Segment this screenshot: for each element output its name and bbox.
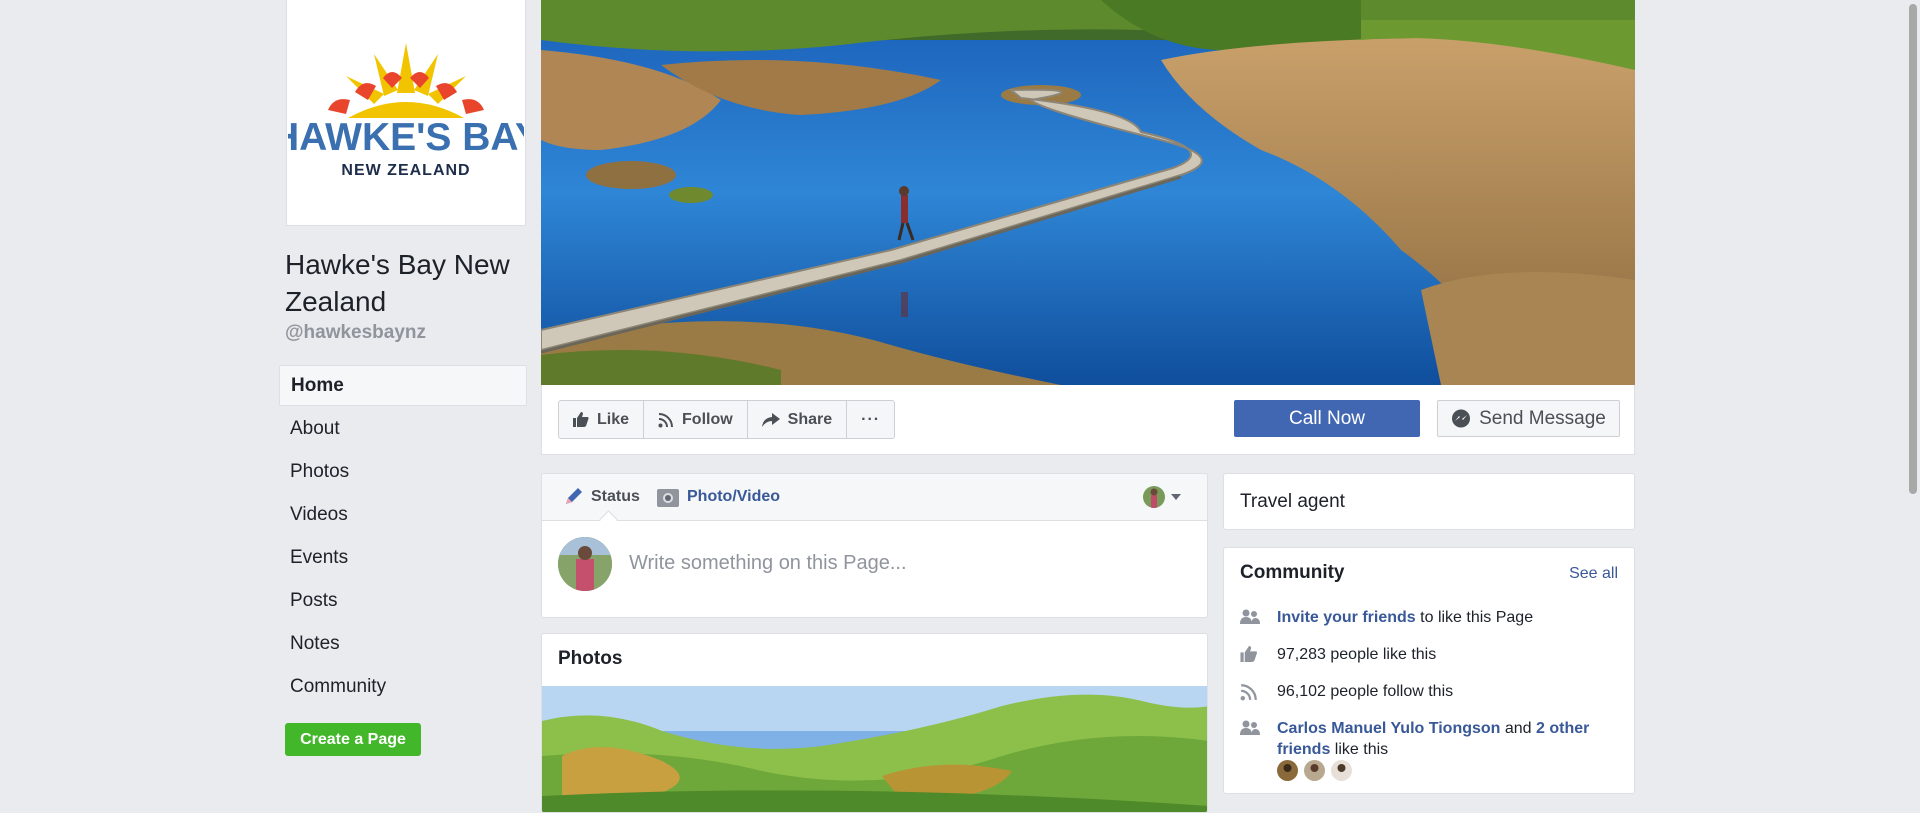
pencil-icon xyxy=(566,488,582,504)
nav-item-photos[interactable]: Photos xyxy=(279,451,527,492)
friends-rest-text: like this xyxy=(1330,741,1389,758)
svg-text:NEW ZEALAND: NEW ZEALAND xyxy=(341,162,470,179)
tab-photo-video-label: Photo/Video xyxy=(687,488,781,505)
community-card: Community See all Invite your friends to… xyxy=(1223,547,1635,794)
page-handle[interactable]: @hawkesbaynz xyxy=(285,322,426,344)
friends-like-text: Carlos Manuel Yulo Tiongson and 2 other … xyxy=(1277,718,1620,760)
page-category[interactable]: Travel agent xyxy=(1223,473,1635,530)
likes-count-text: 97,283 people like this xyxy=(1277,646,1437,663)
nav-item-about[interactable]: About xyxy=(279,408,527,449)
nav-item-home[interactable]: Home xyxy=(279,365,527,406)
composer-input[interactable] xyxy=(627,551,1171,576)
profile-picture[interactable]: HAWKE'S BAY NEW ZEALAND xyxy=(286,0,526,226)
poster-avatar xyxy=(1143,486,1165,508)
invite-friends-text: Invite your friends to like this Page xyxy=(1277,607,1533,628)
tab-status[interactable]: Status xyxy=(563,474,640,520)
friend-avatar[interactable] xyxy=(1304,760,1325,781)
scrollbar-thumb[interactable] xyxy=(1909,4,1917,494)
more-icon: ··· xyxy=(861,410,881,428)
call-now-button[interactable]: Call Now xyxy=(1234,400,1420,437)
post-composer: Status Photo/Video xyxy=(541,473,1208,618)
follow-label: Follow xyxy=(682,410,733,428)
thumbs-up-icon xyxy=(573,412,589,427)
nav-item-notes[interactable]: Notes xyxy=(279,623,527,664)
vertical-scrollbar[interactable] xyxy=(1905,0,1920,800)
cover-image xyxy=(541,0,1635,385)
page-action-bar: Like Follow Share ··· Call Now Send Mess… xyxy=(541,385,1635,455)
friends-like-row: Carlos Manuel Yulo Tiongson and 2 other … xyxy=(1240,718,1620,760)
composer-body xyxy=(542,521,1207,619)
camera-icon xyxy=(657,489,679,507)
see-all-link[interactable]: See all xyxy=(1569,565,1618,583)
tab-status-label: Status xyxy=(591,488,640,505)
friend-and-text: and xyxy=(1500,720,1537,737)
follows-row: 96,102 people follow this xyxy=(1240,681,1620,707)
composer-tabs: Status Photo/Video xyxy=(542,474,1207,529)
rss-icon xyxy=(1240,681,1277,707)
nav-item-community[interactable]: Community xyxy=(279,666,527,707)
friend-avatar[interactable] xyxy=(1277,760,1298,781)
like-button[interactable]: Like xyxy=(559,401,645,438)
friend-name-link[interactable]: Carlos Manuel Yulo Tiongson xyxy=(1277,720,1500,737)
share-button[interactable]: Share xyxy=(748,401,848,438)
rss-icon xyxy=(658,412,674,427)
nav-item-videos[interactable]: Videos xyxy=(279,494,527,535)
invite-friends-row: Invite your friends to like this Page xyxy=(1240,607,1620,631)
action-button-group: Like Follow Share ··· xyxy=(558,400,896,439)
send-message-button[interactable]: Send Message xyxy=(1437,400,1620,437)
people-icon xyxy=(1240,718,1277,742)
photo-thumbnail[interactable] xyxy=(542,686,1208,813)
friend-avatars xyxy=(1277,760,1352,781)
svg-text:HAWKE'S BAY: HAWKE'S BAY xyxy=(288,116,524,159)
messenger-icon xyxy=(1452,409,1471,427)
cover-photo[interactable] xyxy=(541,0,1635,385)
share-arrow-icon xyxy=(761,412,780,427)
invite-rest-text: to like this Page xyxy=(1415,609,1534,626)
likes-row: 97,283 people like this xyxy=(1240,644,1620,668)
follows-count-text: 96,102 people follow this xyxy=(1277,683,1454,700)
invite-friends-link[interactable]: Invite your friends xyxy=(1277,609,1416,626)
like-label: Like xyxy=(597,410,630,428)
nav-item-events[interactable]: Events xyxy=(279,537,527,578)
photos-card: Photos xyxy=(541,633,1208,813)
left-nav: Home About Photos Videos Events Posts No… xyxy=(279,365,527,709)
nav-item-posts[interactable]: Posts xyxy=(279,580,527,621)
more-button[interactable]: ··· xyxy=(847,401,894,438)
photos-title[interactable]: Photos xyxy=(558,648,622,670)
community-title[interactable]: Community xyxy=(1240,562,1345,584)
create-page-button[interactable]: Create a Page xyxy=(285,723,421,756)
tab-photo-video[interactable]: Photo/Video xyxy=(657,474,780,520)
user-avatar xyxy=(558,537,612,591)
share-label: Share xyxy=(787,410,833,428)
chevron-down-icon xyxy=(1171,494,1181,500)
page-title: Hawke's Bay New Zealand xyxy=(285,249,510,317)
people-icon xyxy=(1240,607,1277,631)
send-message-label: Send Message xyxy=(1479,407,1606,429)
friend-avatar[interactable] xyxy=(1331,760,1352,781)
poster-selector[interactable] xyxy=(1143,486,1181,508)
follow-button[interactable]: Follow xyxy=(644,401,748,438)
thumbs-up-icon xyxy=(1240,644,1277,668)
hawkes-bay-logo: HAWKE'S BAY NEW ZEALAND xyxy=(288,42,524,179)
